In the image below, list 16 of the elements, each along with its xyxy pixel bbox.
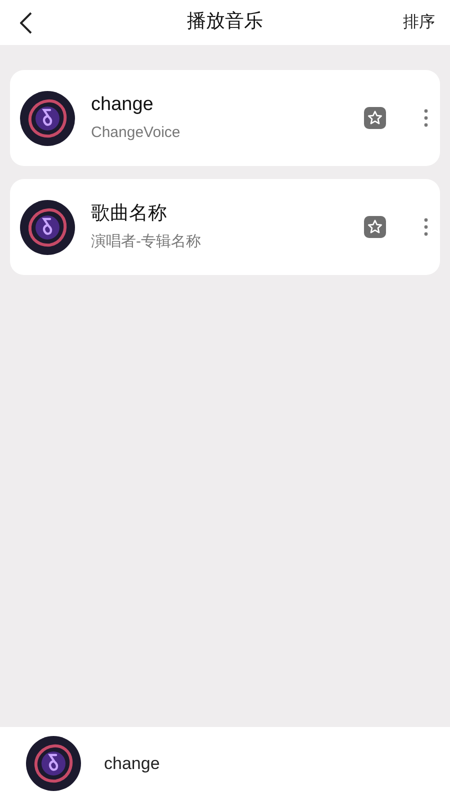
more-icon[interactable] — [424, 218, 428, 236]
sort-button[interactable]: 排序 — [403, 10, 435, 34]
album-art-icon — [26, 736, 81, 791]
song-title: 歌曲名称 — [91, 202, 168, 226]
song-card[interactable]: change ChangeVoice — [10, 70, 440, 166]
album-art-icon — [20, 200, 75, 254]
song-card[interactable]: 歌曲名称 演唱者-专辑名称 — [10, 179, 440, 275]
album-art-icon — [20, 90, 75, 146]
now-playing-title: change — [104, 752, 160, 775]
song-title: change — [91, 93, 154, 117]
page-title: 播放音乐 — [187, 10, 263, 34]
song-subtitle: ChangeVoice — [91, 123, 182, 143]
song-subtitle: 演唱者-专辑名称 — [91, 232, 202, 252]
back-icon[interactable] — [20, 12, 32, 34]
now-playing-bar[interactable]: change — [0, 727, 450, 800]
more-icon[interactable] — [424, 109, 428, 127]
